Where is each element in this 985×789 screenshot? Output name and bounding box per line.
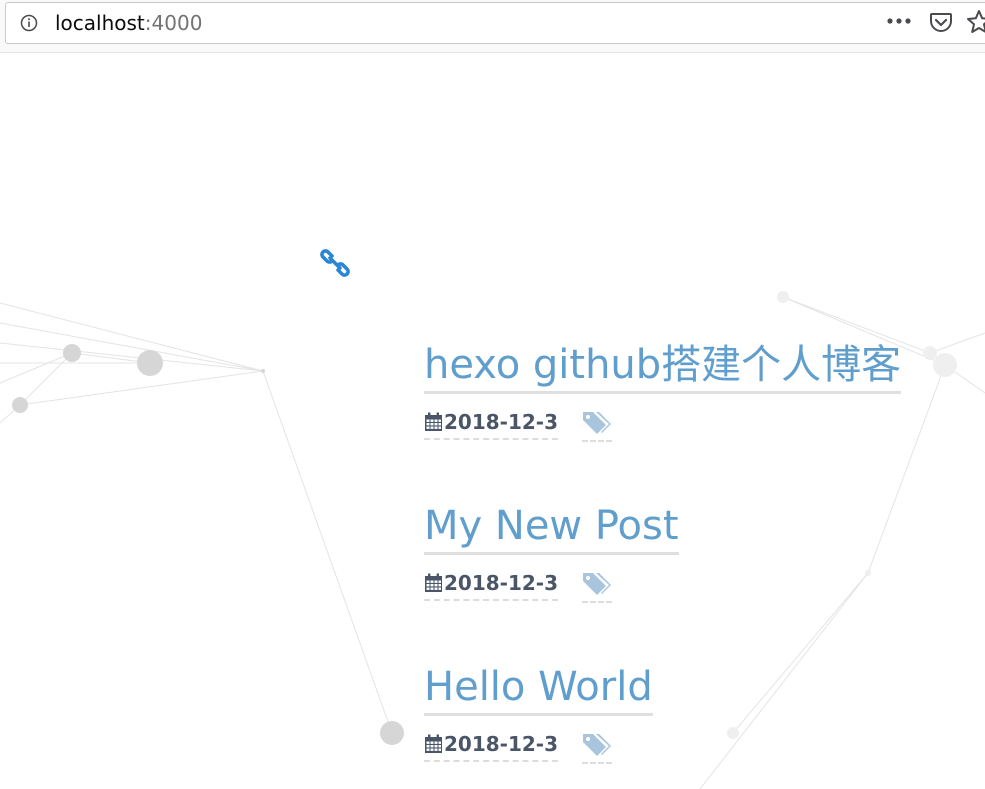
page-content: hexo github搭建个人博客 2018-12-3 My New Post … <box>0 53 985 789</box>
post-title-link[interactable]: Hello World <box>424 661 653 716</box>
post-meta: 2018-12-3 <box>424 730 984 764</box>
more-icon[interactable] <box>884 12 914 30</box>
star-icon[interactable] <box>966 9 985 35</box>
calendar-icon <box>425 734 442 753</box>
post-title-link[interactable]: hexo github搭建个人博客 <box>424 339 902 394</box>
link-icon[interactable] <box>320 248 350 278</box>
post-tags[interactable] <box>582 569 612 603</box>
post-date[interactable]: 2018-12-3 <box>424 408 559 440</box>
tags-icon <box>583 573 611 595</box>
post-date[interactable]: 2018-12-3 <box>424 569 559 601</box>
tags-icon <box>583 734 611 756</box>
url-port: :4000 <box>144 11 203 35</box>
post-title-link[interactable]: My New Post <box>424 500 679 555</box>
post-list: hexo github搭建个人博客 2018-12-3 My New Post … <box>424 339 984 789</box>
post-item: hexo github搭建个人博客 2018-12-3 <box>424 339 984 500</box>
post-date-text: 2018-12-3 <box>444 410 559 434</box>
url-host: localhost <box>55 11 145 35</box>
post-date[interactable]: 2018-12-3 <box>424 730 559 762</box>
url-text[interactable]: localhost:4000 <box>55 11 202 35</box>
post-meta: 2018-12-3 <box>424 569 984 603</box>
calendar-icon <box>425 573 442 592</box>
post-meta: 2018-12-3 <box>424 408 984 442</box>
tags-icon <box>583 412 611 434</box>
post-date-text: 2018-12-3 <box>444 732 559 756</box>
post-item: Hello World 2018-12-3 <box>424 661 984 789</box>
browser-toolbar: localhost:4000 <box>0 0 985 53</box>
post-tags[interactable] <box>582 730 612 764</box>
address-bar[interactable]: localhost:4000 <box>5 2 985 44</box>
post-item: My New Post 2018-12-3 <box>424 500 984 661</box>
calendar-icon <box>425 412 442 431</box>
post-tags[interactable] <box>582 408 612 442</box>
info-icon[interactable] <box>20 14 38 32</box>
post-date-text: 2018-12-3 <box>444 571 559 595</box>
pocket-icon[interactable] <box>929 10 953 34</box>
